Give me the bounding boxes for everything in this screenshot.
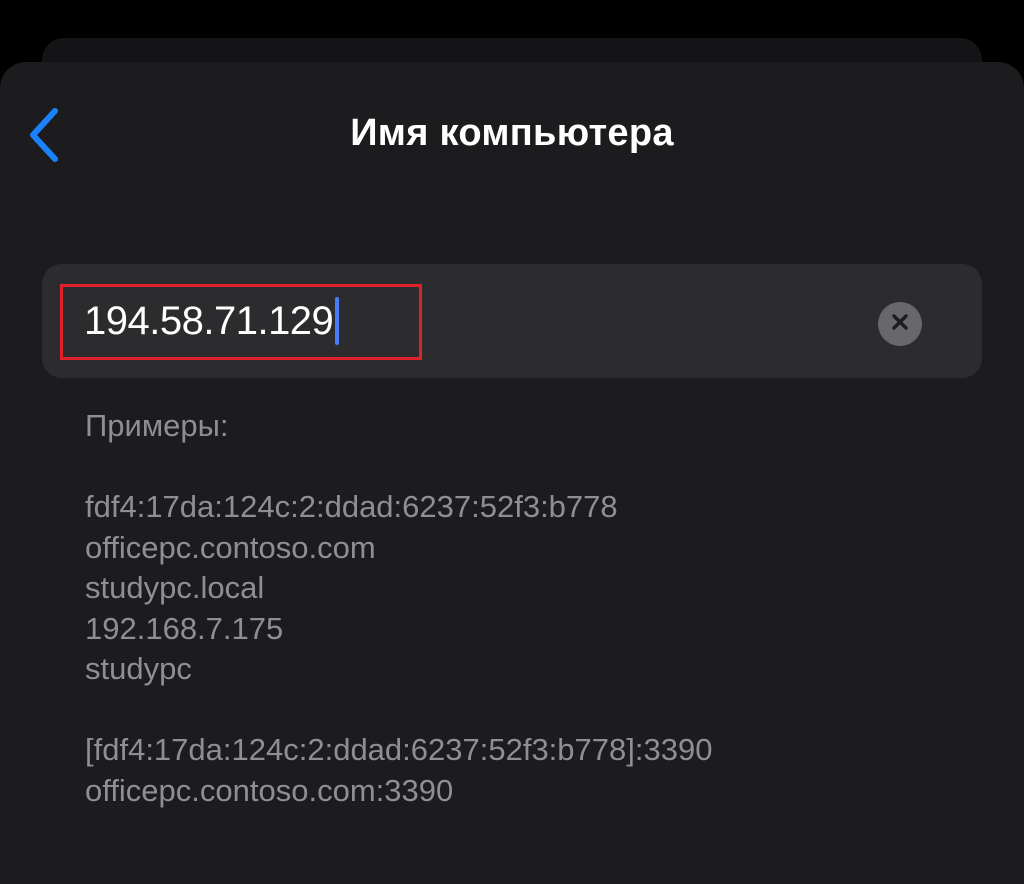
examples-heading: Примеры: <box>85 408 229 443</box>
example-item: officepc.contoso.com <box>85 529 376 565</box>
computer-name-field[interactable]: 194.58.71.129 <box>42 264 982 378</box>
example-item: officepc.contoso.com:3390 <box>85 772 454 808</box>
input-value: 194.58.71.129 <box>84 298 334 343</box>
example-item: 192.168.7.175 <box>85 610 284 646</box>
computer-name-sheet: Имя компьютера 194.58.71.129 Примеры: fd… <box>0 62 1024 884</box>
navigation-bar: Имя компьютера <box>0 62 1024 212</box>
example-item: fdf4:17da:124c:2:ddad:6237:52f3:b778 <box>85 489 618 524</box>
clear-button[interactable] <box>878 302 922 346</box>
example-item: [fdf4:17da:124c:2:ddad:6237:52f3:b778]:3… <box>85 732 713 767</box>
example-item: studypc <box>85 651 192 686</box>
text-caret <box>335 297 340 345</box>
page-title: Имя компьютера <box>350 112 674 154</box>
screen: Имя компьютера 194.58.71.129 Примеры: fd… <box>0 0 1024 884</box>
clear-x-icon <box>891 313 909 336</box>
computer-name-input[interactable]: 194.58.71.129 <box>84 296 340 346</box>
examples-section: Примеры: fdf4:17da:124c:2:ddad:6237:52f3… <box>85 406 712 811</box>
example-item: studypc.local <box>85 570 265 605</box>
